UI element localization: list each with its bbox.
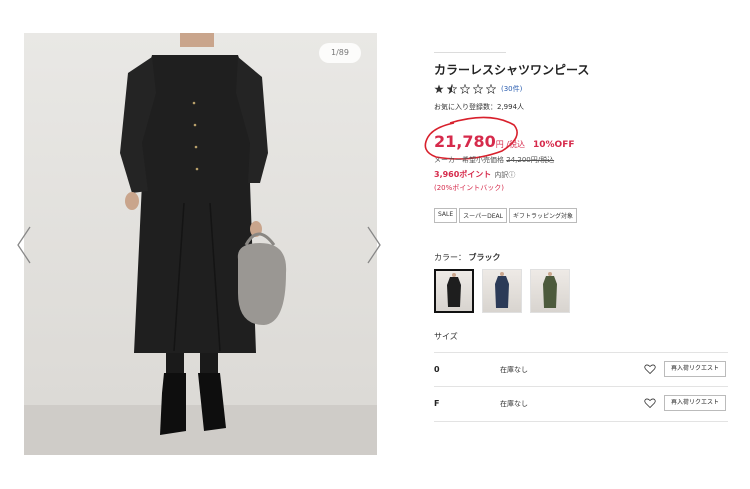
rating: (30件)	[434, 84, 522, 94]
star-empty-icon	[460, 84, 470, 94]
color-swatch-navy[interactable]	[482, 269, 522, 313]
price-unit: 円 /税込	[495, 140, 525, 149]
tag-sale: SALE	[434, 208, 458, 223]
image-counter: 1/89	[319, 43, 361, 63]
swatch-image	[447, 273, 461, 307]
sale-price: 21,780円 /税込 10%OFF	[434, 132, 575, 151]
color-swatch-black[interactable]	[434, 269, 474, 313]
stock-status: 在庫なし	[500, 366, 528, 374]
selected-color: ブラック	[468, 253, 501, 262]
discount-badge: 10%OFF	[533, 140, 575, 150]
size-row: F 在庫なし 再入荷リクエスト	[434, 386, 728, 422]
size-name: 0	[434, 365, 440, 374]
color-label: カラー： ブラック	[434, 253, 501, 262]
original-price-label: メーカー希望小売価格	[434, 156, 504, 164]
heart-icon[interactable]	[644, 363, 656, 375]
heart-icon[interactable]	[644, 397, 656, 409]
tag-list: SALE スーパーDEAL ギフトラッピング対象	[434, 208, 577, 223]
product-title: カラーレスシャツワンピース	[434, 63, 590, 77]
favorites-count: お気に入り登録数：2,994人	[434, 103, 525, 111]
color-swatch-khaki[interactable]	[530, 269, 570, 313]
stock-status: 在庫なし	[500, 400, 528, 408]
star-half-icon	[447, 84, 457, 94]
product-image-gallery[interactable]: 1/89	[24, 33, 377, 455]
chevron-left-icon[interactable]	[16, 225, 32, 265]
review-count-link[interactable]: (30件)	[501, 84, 522, 94]
points-back: (20%ポイントバック)	[434, 184, 505, 192]
tag-super-deal: スーパーDEAL	[459, 208, 507, 223]
swatch-image	[543, 272, 557, 308]
size-row: 0 在庫なし 再入荷リクエスト	[434, 352, 728, 387]
restock-request-button[interactable]: 再入荷リクエスト	[664, 395, 726, 411]
chevron-right-icon[interactable]	[366, 225, 382, 265]
size-name: F	[434, 399, 440, 408]
swatch-image	[495, 272, 509, 308]
model-photo	[120, 33, 287, 435]
divider	[434, 52, 506, 53]
points-value: 3,960ポイント	[434, 170, 492, 179]
color-swatches	[434, 269, 570, 313]
points-detail-link[interactable]: 内訳ⓘ	[494, 171, 515, 179]
tag-gift-wrapping: ギフトラッピング対象	[508, 208, 577, 223]
points: 3,960ポイント 内訳ⓘ	[434, 169, 515, 180]
star-full-icon	[434, 84, 444, 94]
restock-request-button[interactable]: 再入荷リクエスト	[664, 361, 726, 377]
original-price: メーカー希望小売価格 24,200円/税込	[434, 155, 554, 165]
original-price-value: 24,200円/税込	[506, 156, 555, 164]
info-icon: ⓘ	[508, 171, 516, 179]
star-empty-icon	[473, 84, 483, 94]
size-label: サイズ	[434, 332, 458, 341]
price-value: 21,780	[434, 132, 496, 151]
star-empty-icon	[486, 84, 496, 94]
